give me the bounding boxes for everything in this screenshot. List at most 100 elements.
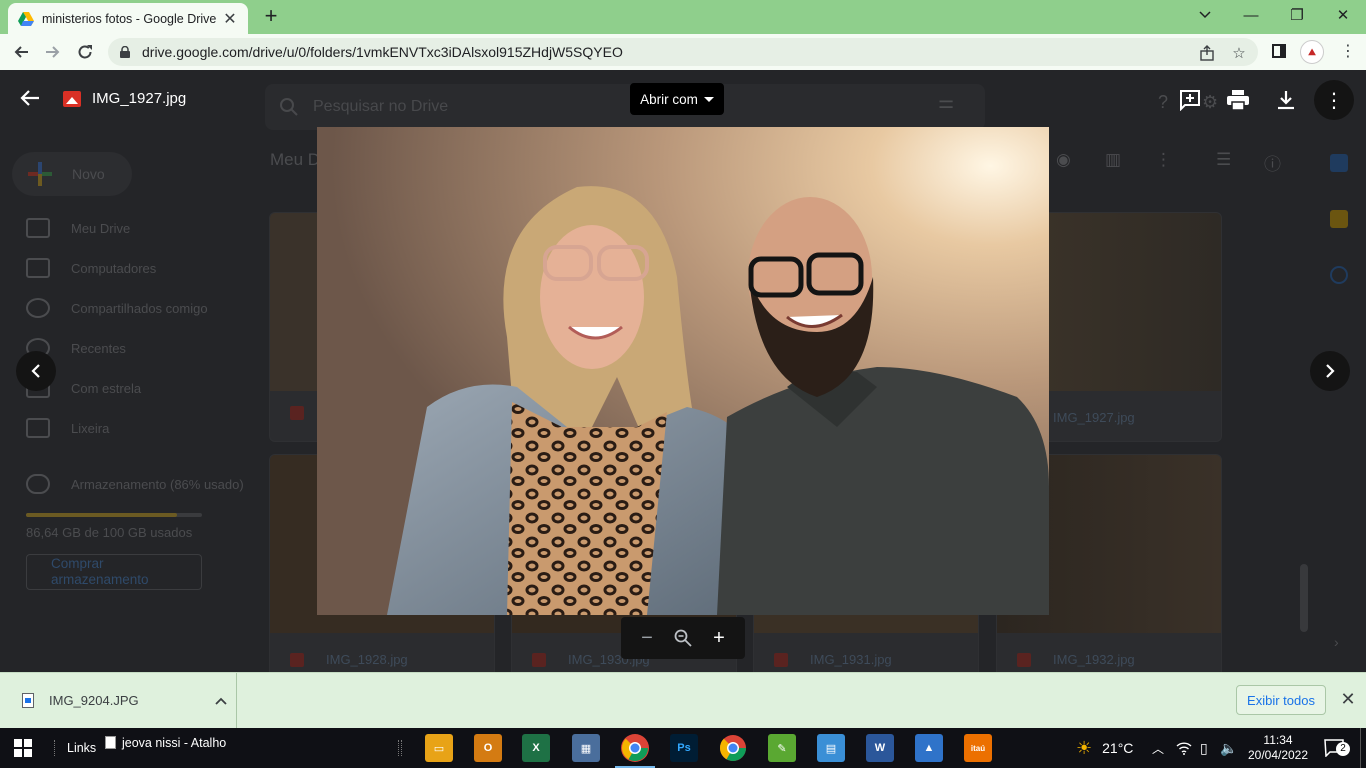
- forward-button[interactable]: [40, 40, 66, 64]
- excel-icon[interactable]: X: [522, 734, 550, 762]
- zoom-reset-icon[interactable]: [670, 625, 696, 651]
- share-icon[interactable]: [1198, 44, 1216, 62]
- zoom-in-button[interactable]: +: [706, 625, 732, 651]
- drive-icon: [26, 218, 50, 238]
- sidebar-label: Compartilhados comigo: [71, 300, 208, 316]
- caret-down-icon: [703, 96, 714, 102]
- chevron-up-icon[interactable]: [206, 694, 236, 708]
- profile-avatar[interactable]: ⛰: [1300, 40, 1324, 64]
- tab-close-icon[interactable]: ✕: [222, 9, 238, 29]
- close-shelf-icon[interactable]: ✕: [1338, 689, 1358, 709]
- image-file-icon: [774, 652, 788, 667]
- bookmark-star-icon[interactable]: ☆: [1230, 44, 1248, 62]
- side-panel-icon[interactable]: [1270, 42, 1288, 60]
- sidebar-item-my-drive: Meu Drive: [26, 216, 256, 240]
- coreldraw-icon[interactable]: ✎: [768, 734, 796, 762]
- shared-icon: [26, 298, 50, 318]
- more-vert-icon: ⋮: [1155, 150, 1172, 169]
- zoom-toolbar: − +: [621, 617, 745, 659]
- outlook-icon[interactable]: O: [474, 734, 502, 762]
- windows-start-icon[interactable]: [14, 739, 32, 757]
- open-with-label: Abrir com: [640, 91, 698, 107]
- image-file-icon: [1017, 652, 1031, 667]
- plus-icon: [28, 162, 52, 186]
- zoom-out-button[interactable]: −: [634, 625, 660, 651]
- clock-date: 20/04/2022: [1247, 748, 1309, 762]
- viewer-file-name: IMG_1927.jpg: [92, 90, 187, 107]
- image-file-icon: [532, 652, 546, 667]
- browser-tab[interactable]: ministerios fotos - Google Drive ✕: [8, 3, 248, 34]
- sidebar-label: Recentes: [71, 340, 126, 356]
- download-file-name: IMG_9204.JPG: [49, 693, 139, 708]
- chrome-profile-icon[interactable]: [719, 734, 747, 762]
- new-tab-button[interactable]: +: [259, 5, 283, 29]
- buy-storage-button: Comprar armazenamento: [26, 554, 202, 590]
- notification-center-icon[interactable]: 2: [1324, 728, 1350, 768]
- weather-widget[interactable]: ☀ 21°C: [1076, 728, 1133, 768]
- more-actions-icon[interactable]: ⋮: [1314, 80, 1354, 120]
- url-text: drive.google.com/drive/u/0/folders/1vmkE…: [142, 44, 623, 60]
- trash-icon: ▥: [1105, 150, 1122, 169]
- storage-progress-fill: [26, 513, 178, 517]
- preview-eye-icon: ◉: [1056, 150, 1071, 169]
- wifi-icon[interactable]: [1176, 728, 1192, 768]
- chevron-down-icon[interactable]: [1182, 0, 1228, 30]
- reload-button[interactable]: [72, 40, 98, 64]
- word-icon[interactable]: W: [866, 734, 894, 762]
- show-desktop-button[interactable]: [1360, 728, 1366, 768]
- expand-panel-icon: ›: [1334, 634, 1339, 650]
- new-button-label: Novo: [72, 166, 105, 182]
- chrome-icon[interactable]: [615, 734, 655, 768]
- storage-used-text: 86,64 GB de 100 GB usados: [26, 525, 193, 540]
- itau-icon[interactable]: itaú: [964, 734, 992, 762]
- close-viewer-button[interactable]: [20, 87, 46, 113]
- toolbar-divider: [54, 740, 56, 756]
- minimize-button[interactable]: —: [1228, 0, 1274, 30]
- sidebar-item-shared: Compartilhados comigo: [26, 296, 256, 320]
- battery-icon[interactable]: ▯: [1200, 728, 1208, 768]
- image-file-icon: [290, 652, 304, 667]
- show-hidden-icons-chevron[interactable]: ︿: [1152, 728, 1164, 768]
- file-name: IMG_1928.jpg: [326, 652, 408, 667]
- show-all-downloads-button[interactable]: Exibir todos: [1236, 685, 1326, 715]
- image-file-icon: [63, 91, 81, 107]
- new-button: Novo: [12, 152, 132, 196]
- image-file-icon: [290, 406, 304, 420]
- download-shelf: IMG_9204.JPG Exibir todos ✕: [0, 672, 1366, 728]
- photoshop-icon[interactable]: Ps: [670, 734, 698, 762]
- google-drive-icon: [18, 11, 34, 26]
- browser-tab-strip: ministerios fotos - Google Drive ✕ + — ❐…: [0, 0, 1366, 34]
- notification-count-badge: 2: [1336, 742, 1350, 756]
- sidebar-item-starred: Com estrela: [26, 376, 256, 400]
- open-with-button[interactable]: Abrir com: [630, 83, 724, 115]
- download-icon[interactable]: [1274, 88, 1298, 112]
- storage-progress-bar: [26, 513, 202, 517]
- previous-image-button[interactable]: [16, 351, 56, 391]
- links-toolbar-label[interactable]: Links: [67, 741, 96, 755]
- restore-button[interactable]: ❐: [1274, 0, 1320, 30]
- chrome-menu-icon[interactable]: ⋮: [1338, 42, 1358, 62]
- photos-icon[interactable]: ▲: [915, 734, 943, 762]
- print-icon[interactable]: [1226, 88, 1250, 112]
- publisher-icon[interactable]: ▤: [817, 734, 845, 762]
- storage-label: Armazenamento (86% usado): [71, 476, 244, 492]
- list-view-icon: ☰: [1216, 150, 1232, 169]
- sidebar-item-computers: Computadores: [26, 256, 256, 280]
- window-close-button[interactable]: ✕: [1320, 0, 1366, 30]
- download-item[interactable]: IMG_9204.JPG: [0, 673, 237, 728]
- volume-icon[interactable]: 🔈: [1220, 728, 1237, 768]
- back-button[interactable]: [8, 40, 34, 64]
- clock[interactable]: 11:34 20/04/2022: [1247, 728, 1309, 768]
- info-icon: ⓘ: [1264, 155, 1281, 174]
- file-explorer-icon[interactable]: ▭: [425, 734, 453, 762]
- shortcut-label[interactable]: jeova nissi - Atalho: [122, 736, 226, 750]
- add-comment-icon[interactable]: [1178, 88, 1202, 112]
- clock-time: 11:34: [1263, 733, 1293, 747]
- next-image-button[interactable]: [1310, 351, 1350, 391]
- calculator-icon[interactable]: ▦: [572, 734, 600, 762]
- image-file-icon: [22, 693, 34, 708]
- computer-icon: [26, 258, 50, 278]
- keep-icon: [1330, 210, 1348, 228]
- address-bar[interactable]: drive.google.com/drive/u/0/folders/1vmkE…: [108, 38, 1258, 66]
- cloud-icon: [26, 474, 50, 494]
